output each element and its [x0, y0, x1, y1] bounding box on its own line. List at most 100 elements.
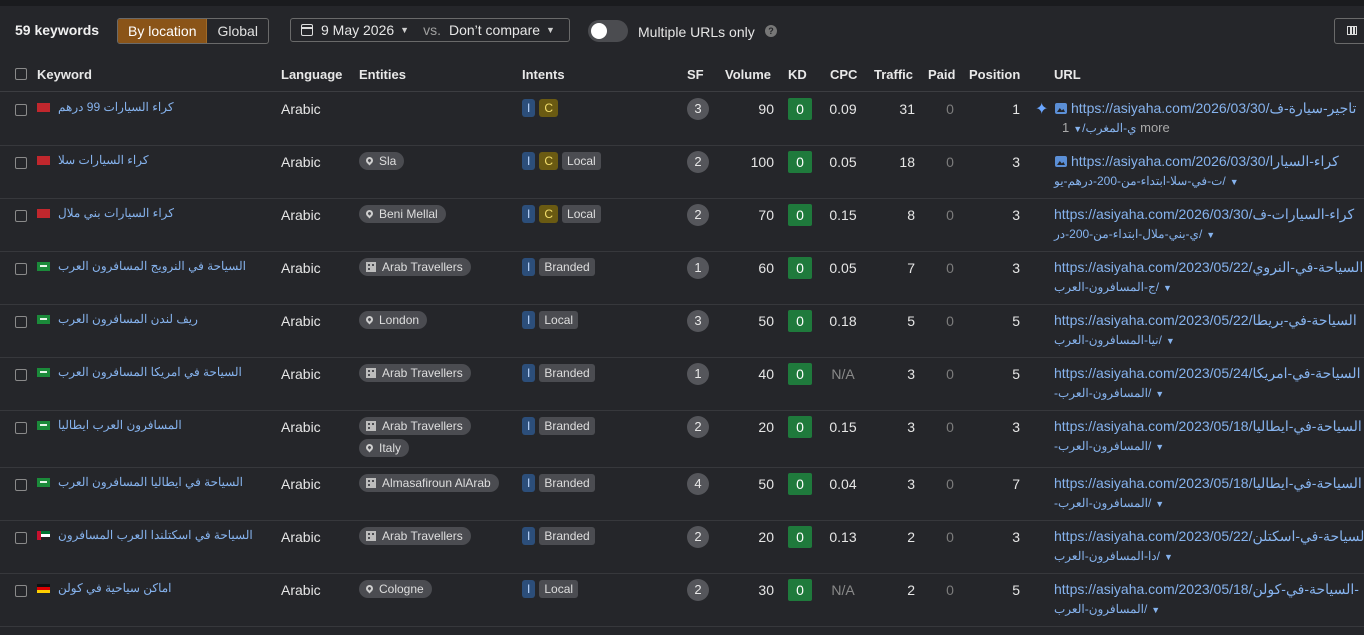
caret-down-icon[interactable]: ▼: [1230, 177, 1239, 187]
intent-badge: I: [522, 152, 536, 170]
entity-chip[interactable]: Arab Travellers: [359, 417, 471, 435]
serp-features-count[interactable]: 3: [687, 98, 709, 120]
row-checkbox[interactable]: [15, 157, 27, 169]
caret-down-icon[interactable]: ▼: [1151, 605, 1160, 615]
row-checkbox[interactable]: [15, 104, 27, 116]
entity-chip[interactable]: Arab Travellers: [359, 364, 471, 382]
url-link[interactable]: https://asiyaha.com/2023/05/18/السياحة-ف…: [1054, 475, 1362, 492]
url-link-continued[interactable]: -المسافرون-العرب/: [1054, 496, 1151, 510]
entity-chip[interactable]: Beni Mellal: [359, 205, 446, 223]
select-all-checkbox[interactable]: [15, 68, 27, 80]
url-link-continued[interactable]: ي-المغرب/: [1082, 121, 1136, 135]
multiple-urls-toggle[interactable]: [588, 20, 628, 42]
serp-features-count[interactable]: 3: [687, 310, 709, 332]
url-link-continued[interactable]: المسافرون-العرب/: [1054, 602, 1147, 616]
url-link-continued[interactable]: -المسافرون-العرب/: [1054, 386, 1151, 400]
header-paid[interactable]: Paid: [928, 67, 955, 82]
header-kd[interactable]: KD: [788, 67, 807, 82]
url-link[interactable]: https://asiyaha.com/2023/05/18/السياحة-ف…: [1054, 418, 1362, 435]
keyword-link[interactable]: السياحة في اسكتلندا العرب المسافرون: [58, 528, 268, 542]
flag-icon-sa: [37, 315, 50, 324]
serp-features-count[interactable]: 1: [687, 257, 709, 279]
entity-chip[interactable]: Sla: [359, 152, 405, 170]
url-link[interactable]: https://asiyaha.com/2023/05/22/السياحة-ف…: [1054, 528, 1364, 545]
keyword-link[interactable]: السياحة في ايطاليا المسافرون العرب: [58, 475, 268, 489]
global-button[interactable]: Global: [207, 19, 267, 43]
keyword-link[interactable]: ريف لندن المسافرون العرب: [58, 312, 268, 326]
url-link-continued[interactable]: نيا-المسافرون-العرب/: [1054, 333, 1162, 347]
position-value: 5: [1012, 313, 1020, 329]
url-link[interactable]: https://asiyaha.com/2023/05/24/السياحة-ف…: [1054, 365, 1360, 382]
table-row: كراء السيارات بني ملال Arabic Beni Mellal I…: [0, 198, 1364, 252]
by-location-button[interactable]: By location: [118, 19, 208, 43]
caret-down-icon[interactable]: ▼: [1073, 124, 1082, 134]
caret-down-icon[interactable]: ▼: [1206, 230, 1215, 240]
header-entities[interactable]: Entities: [359, 67, 406, 82]
entity-chip[interactable]: Almasafiroun AlArab: [359, 474, 499, 492]
url-link-continued[interactable]: ت-في-سلا-ابتداء-من-200-درهم-يو/: [1054, 174, 1226, 188]
serp-features-count[interactable]: 2: [687, 579, 709, 601]
entity-chip[interactable]: Cologne: [359, 580, 432, 598]
header-intents[interactable]: Intents: [522, 67, 565, 82]
keyword-link[interactable]: السياحة في امريكا المسافرون العرب: [58, 365, 268, 379]
cpc-value: 0.09: [829, 101, 857, 117]
url-link-continued[interactable]: ي-بني-ملال-ابتداء-من-200-در/: [1054, 227, 1202, 241]
row-checkbox[interactable]: [15, 532, 27, 544]
url-link[interactable]: https://asiyaha.com/2026/03/30/تاجير-سيا…: [1071, 100, 1356, 117]
keyword-link[interactable]: المسافرون العرب ايطاليا: [58, 418, 268, 432]
header-url[interactable]: URL: [1054, 67, 1081, 82]
caret-down-icon[interactable]: ▼: [1155, 442, 1164, 452]
header-position[interactable]: Position: [969, 67, 1020, 82]
header-traffic[interactable]: Traffic: [874, 67, 913, 82]
caret-down-icon[interactable]: ▼: [1163, 283, 1172, 293]
serp-features-count[interactable]: 2: [687, 416, 709, 438]
caret-down-icon[interactable]: ▼: [1164, 552, 1173, 562]
row-checkbox[interactable]: [15, 422, 27, 434]
header-sf[interactable]: SF: [687, 67, 704, 82]
date-compare-button[interactable]: 9 May 2026 ▼ vs. Don’t compare ▼: [290, 18, 570, 42]
caret-down-icon[interactable]: ▼: [1155, 389, 1164, 399]
volume-value: 40: [758, 366, 774, 382]
header-keyword[interactable]: Keyword: [37, 67, 92, 82]
entity-chip[interactable]: Arab Travellers: [359, 258, 471, 276]
url-link[interactable]: https://asiyaha.com/2026/03/30/كراء-السي…: [1071, 153, 1339, 170]
row-checkbox[interactable]: [15, 369, 27, 381]
keyword-link[interactable]: كراء السيارات 99 درهم: [58, 100, 268, 114]
kd-badge: 0: [788, 473, 812, 495]
url-link-continued[interactable]: دا-المسافرون-العرب/: [1054, 549, 1160, 563]
serp-features-count[interactable]: 2: [687, 526, 709, 548]
intents-cell: I Branded: [522, 258, 595, 276]
header-cpc[interactable]: CPC: [830, 67, 857, 82]
keyword-link[interactable]: السياحة في النرويج المسافرون العرب: [58, 259, 268, 273]
url-link[interactable]: https://asiyaha.com/2023/05/22/السياحة-ف…: [1054, 312, 1357, 329]
entity-chip[interactable]: London: [359, 311, 428, 329]
serp-features-count[interactable]: 1: [687, 363, 709, 385]
entity-chip[interactable]: Italy: [359, 439, 410, 457]
columns-button[interactable]: [1334, 18, 1364, 44]
url-link-continued[interactable]: -المسافرون-العرب/: [1054, 439, 1151, 453]
url-link-continued[interactable]: ج-المسافرون-العرب/: [1054, 280, 1159, 294]
serp-features-count[interactable]: 2: [687, 151, 709, 173]
row-checkbox[interactable]: [15, 585, 27, 597]
row-checkbox[interactable]: [15, 316, 27, 328]
url-link[interactable]: https://asiyaha.com/2023/05/18/السياحة-ف…: [1054, 581, 1359, 598]
keyword-link[interactable]: اماكن سياحية في كولن: [58, 581, 268, 595]
serp-features-count[interactable]: 4: [687, 473, 709, 495]
url-link[interactable]: https://asiyaha.com/2026/03/30/كراء-السي…: [1054, 206, 1354, 223]
entity-chip[interactable]: Arab Travellers: [359, 527, 471, 545]
url-link[interactable]: https://asiyaha.com/2023/05/22/السياحة-ف…: [1054, 259, 1363, 276]
keyword-link[interactable]: كراء السيارات بني ملال: [58, 206, 268, 220]
keyword-link[interactable]: كراء السيارات سلا: [58, 153, 268, 167]
help-icon[interactable]: ?: [765, 25, 777, 37]
columns-icon: [1347, 26, 1357, 35]
header-language[interactable]: Language: [281, 67, 342, 82]
caret-down-icon[interactable]: ▼: [1166, 336, 1175, 346]
caret-down-icon[interactable]: ▼: [1155, 499, 1164, 509]
row-checkbox[interactable]: [15, 479, 27, 491]
entity-label: Arab Travellers: [382, 419, 463, 433]
header-volume[interactable]: Volume: [725, 67, 771, 82]
row-checkbox[interactable]: [15, 210, 27, 222]
volume-value: 50: [758, 476, 774, 492]
serp-features-count[interactable]: 2: [687, 204, 709, 226]
row-checkbox[interactable]: [15, 263, 27, 275]
